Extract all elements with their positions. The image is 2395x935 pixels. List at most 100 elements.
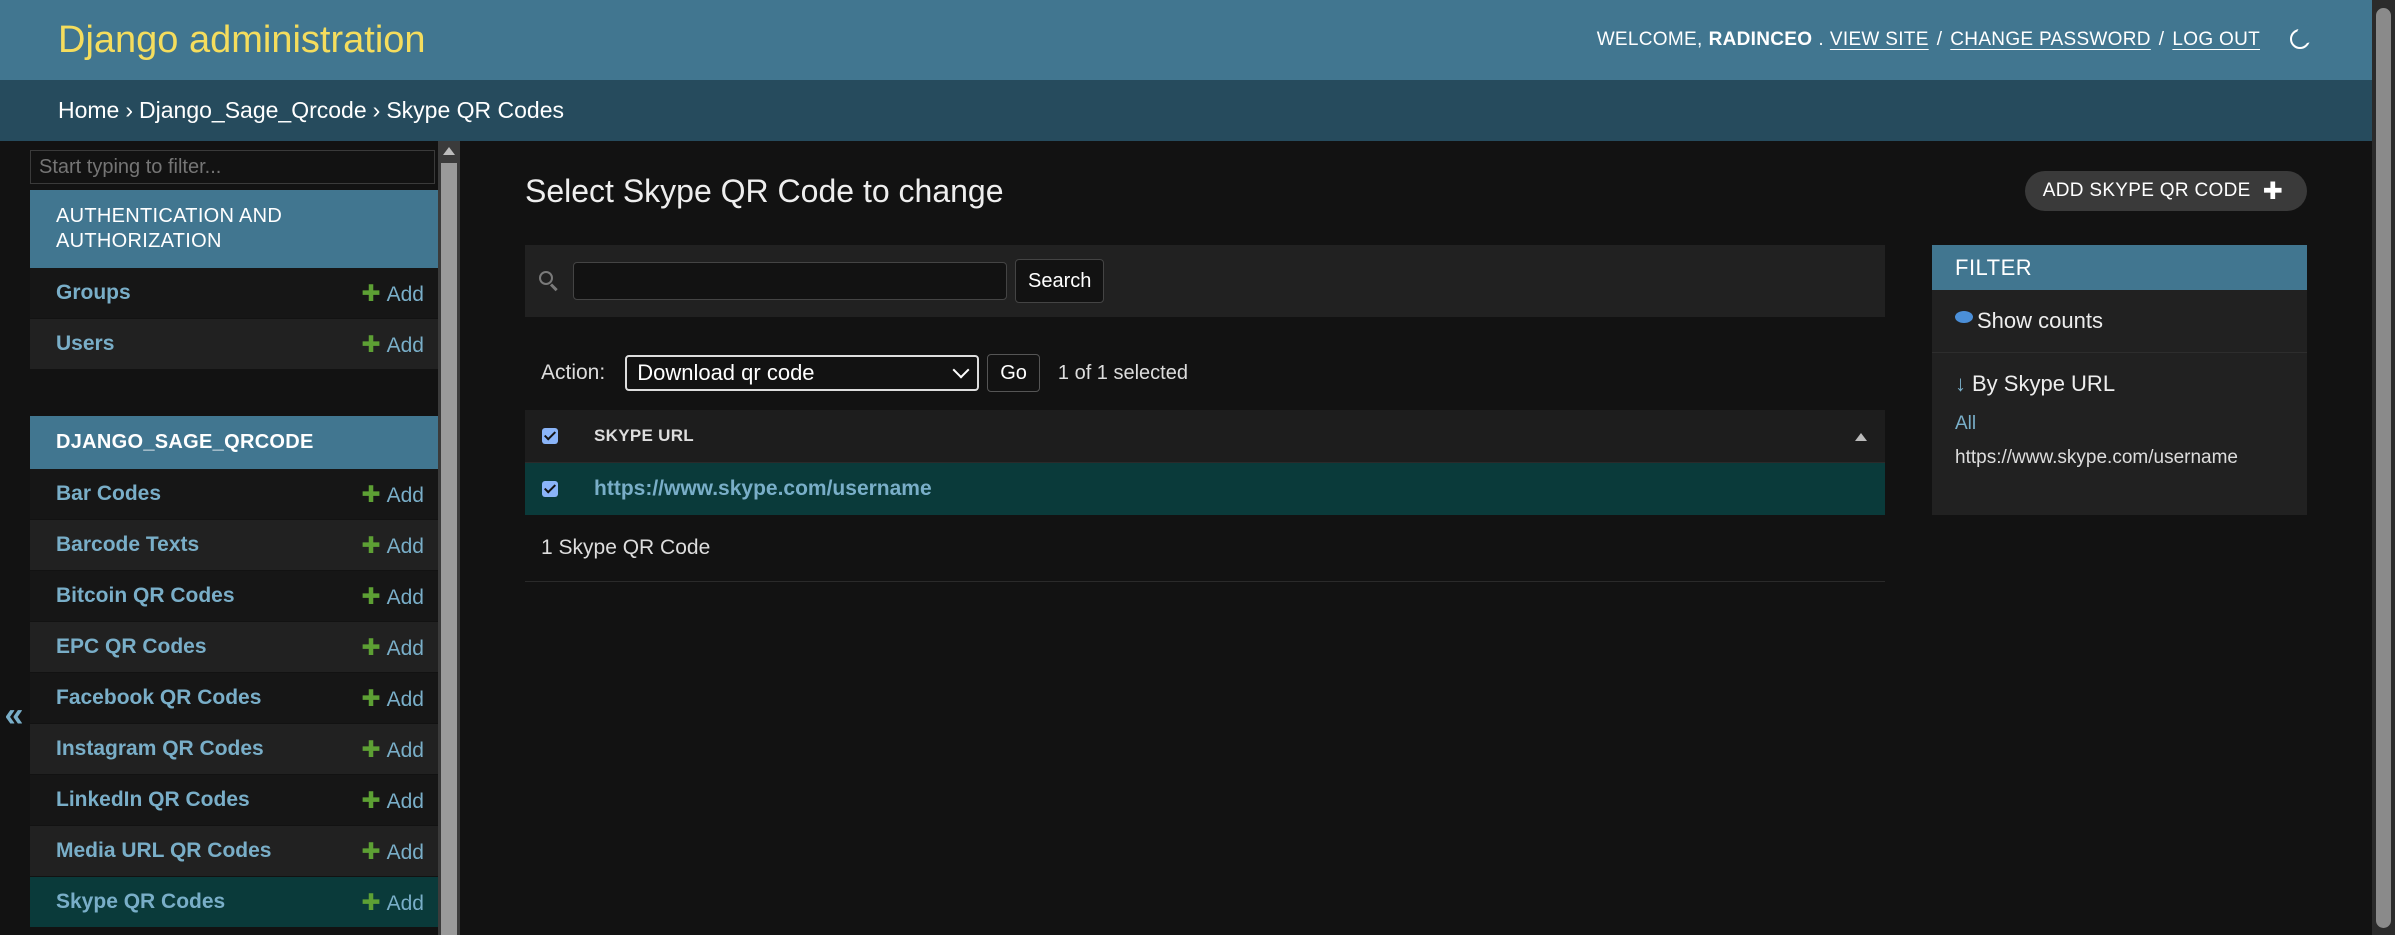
username: RADINCEO bbox=[1708, 29, 1813, 50]
row-skype-url-link[interactable]: https://www.skype.com/username bbox=[594, 477, 932, 501]
show-counts-link[interactable]: Show counts bbox=[1932, 290, 2307, 353]
table-row: https://www.skype.com/username bbox=[525, 463, 1885, 515]
sidebar-filter-input[interactable] bbox=[30, 150, 435, 184]
user-tools: WELCOME, RADINCEO. VIEW SITE / CHANGE PA… bbox=[1596, 25, 2315, 53]
separator: / bbox=[2158, 29, 2165, 50]
add-link[interactable]: ✚ Add bbox=[361, 685, 424, 712]
module-caption-auth[interactable]: AUTHENTICATION AND AUTHORIZATION bbox=[30, 190, 438, 268]
sidebar-item-label[interactable]: Media URL QR Codes bbox=[56, 839, 271, 863]
column-header-skype-url[interactable]: SKYPE URL bbox=[594, 426, 694, 446]
sidebar-item-users[interactable]: Users ✚ Add bbox=[30, 319, 438, 370]
select-all-checkbox[interactable] bbox=[542, 428, 558, 444]
separator: / bbox=[1936, 29, 1943, 50]
sort-ascending-icon[interactable] bbox=[1855, 433, 1867, 441]
search-button[interactable]: Search bbox=[1015, 259, 1105, 303]
action-label: Action: bbox=[541, 361, 606, 384]
arrow-down-icon: ↓ bbox=[1955, 371, 1966, 396]
add-skype-qr-code-button[interactable]: ADD SKYPE QR CODE ✚ bbox=[2024, 171, 2307, 211]
module-caption-qrcode[interactable]: DJANGO_SAGE_QRCODE bbox=[30, 416, 438, 469]
plus-icon: ✚ bbox=[361, 531, 381, 558]
sidebar-item-label[interactable]: Bar Codes bbox=[56, 482, 161, 506]
sidebar-item-label[interactable]: Bitcoin QR Codes bbox=[56, 584, 235, 608]
plus-icon: ✚ bbox=[361, 888, 381, 915]
table-header: SKYPE URL bbox=[525, 410, 1885, 463]
sidebar-scrollbar[interactable] bbox=[438, 141, 460, 935]
eye-icon bbox=[1955, 311, 1973, 323]
breadcrumb-app[interactable]: Django_Sage_Qrcode bbox=[139, 97, 367, 124]
site-header: Django administration WELCOME, RADINCEO.… bbox=[0, 0, 2372, 80]
view-site-link[interactable]: VIEW SITE bbox=[1830, 29, 1929, 51]
breadcrumb: Home › Django_Sage_Qrcode › Skype QR Cod… bbox=[0, 80, 2372, 141]
plus-icon: ✚ bbox=[361, 279, 381, 306]
search-input[interactable] bbox=[573, 262, 1007, 300]
paginator: 1 Skype QR Code bbox=[525, 515, 1885, 582]
add-link[interactable]: ✚ Add bbox=[361, 634, 424, 661]
filter-option-value[interactable]: https://www.skype.com/username bbox=[1932, 447, 2307, 469]
sidebar-item-label[interactable]: Skype QR Codes bbox=[56, 890, 225, 914]
moon-icon[interactable] bbox=[2288, 25, 2315, 53]
page-title: Select Skype QR Code to change bbox=[525, 173, 1004, 209]
show-counts-label[interactable]: Show counts bbox=[1977, 308, 2103, 334]
page-scrollbar[interactable] bbox=[2372, 0, 2395, 935]
plus-icon: ✚ bbox=[361, 480, 381, 507]
plus-icon: ✚ bbox=[361, 684, 381, 711]
add-link[interactable]: ✚ Add bbox=[361, 532, 424, 559]
change-password-link[interactable]: CHANGE PASSWORD bbox=[1950, 29, 2151, 51]
breadcrumb-separator: › bbox=[125, 97, 134, 123]
add-link[interactable]: ✚ Add bbox=[361, 736, 424, 763]
add-link[interactable]: ✚ Add bbox=[361, 583, 424, 610]
filter-by-skype-url[interactable]: ↓ By Skype URL bbox=[1932, 353, 2307, 397]
sidebar-item-label[interactable]: Barcode Texts bbox=[56, 533, 199, 557]
sidebar-item-barcode-texts[interactable]: Barcode Texts ✚ Add bbox=[30, 520, 438, 571]
changelist-filter: FILTER Show counts ↓ By Skype URL All htt… bbox=[1932, 245, 2307, 515]
add-link[interactable]: ✚ Add bbox=[361, 838, 424, 865]
actions-bar: Action: Download qr code Go 1 of 1 selec… bbox=[541, 354, 1188, 392]
sidebar-item-label[interactable]: Facebook QR Codes bbox=[56, 686, 261, 710]
sidebar-item-epc-qr-codes[interactable]: EPC QR Codes ✚ Add bbox=[30, 622, 438, 673]
plus-icon: ✚ bbox=[361, 735, 381, 762]
row-checkbox[interactable] bbox=[542, 481, 558, 497]
plus-icon: ✚ bbox=[361, 786, 381, 813]
welcome-text: WELCOME, bbox=[1596, 29, 1703, 50]
sidebar-item-skype-qr-codes[interactable]: Skype QR Codes ✚ Add bbox=[30, 877, 438, 928]
sidebar-item-label[interactable]: LinkedIn QR Codes bbox=[56, 788, 250, 812]
add-link[interactable]: ✚ Add bbox=[361, 787, 424, 814]
add-groups-link[interactable]: ✚ Add bbox=[361, 280, 424, 307]
sidebar-item-label[interactable]: Users bbox=[56, 332, 114, 356]
log-out-link[interactable]: LOG OUT bbox=[2172, 29, 2260, 51]
selected-count: 1 of 1 selected bbox=[1057, 361, 1188, 384]
result-list: SKYPE URL https://www.skype.com/username… bbox=[525, 410, 1885, 582]
sidebar-item-linkedin-qr-codes[interactable]: LinkedIn QR Codes ✚ Add bbox=[30, 775, 438, 826]
sidebar-item-facebook-qr-codes[interactable]: Facebook QR Codes ✚ Add bbox=[30, 673, 438, 724]
sidebar-item-bitcoin-qr-codes[interactable]: Bitcoin QR Codes ✚ Add bbox=[30, 571, 438, 622]
plus-icon: ✚ bbox=[361, 582, 381, 609]
go-button[interactable]: Go bbox=[987, 354, 1040, 392]
main-content: Select Skype QR Code to change ADD SKYPE… bbox=[525, 141, 2307, 935]
breadcrumb-separator: › bbox=[372, 97, 381, 123]
sidebar-item-label[interactable]: Instagram QR Codes bbox=[56, 737, 264, 761]
filter-title: FILTER bbox=[1932, 245, 2307, 290]
scroll-up-icon[interactable] bbox=[443, 147, 455, 155]
sidebar-item-bar-codes[interactable]: Bar Codes ✚ Add bbox=[30, 469, 438, 520]
sidebar-item-media-url-qr-codes[interactable]: Media URL QR Codes ✚ Add bbox=[30, 826, 438, 877]
page-scroll-thumb[interactable] bbox=[2376, 8, 2391, 928]
collapse-sidebar-icon[interactable]: « bbox=[0, 696, 28, 734]
add-link[interactable]: ✚ Add bbox=[361, 481, 424, 508]
sidebar-scroll-thumb[interactable] bbox=[441, 163, 457, 935]
filter-option-all[interactable]: All bbox=[1932, 413, 2307, 435]
sidebar-item-label[interactable]: Groups bbox=[56, 281, 131, 305]
search-toolbar: Search bbox=[525, 245, 1885, 317]
sidebar-item-groups[interactable]: Groups ✚ Add bbox=[30, 268, 438, 319]
action-select[interactable]: Download qr code bbox=[625, 355, 980, 391]
site-brand[interactable]: Django administration bbox=[58, 19, 426, 62]
action-selected-value: Download qr code bbox=[637, 360, 815, 385]
breadcrumb-current: Skype QR Codes bbox=[386, 97, 565, 123]
plus-icon: ✚ bbox=[361, 633, 381, 660]
sidebar-item-instagram-qr-codes[interactable]: Instagram QR Codes ✚ Add bbox=[30, 724, 438, 775]
add-users-link[interactable]: ✚ Add bbox=[361, 331, 424, 358]
sidebar-item-label[interactable]: EPC QR Codes bbox=[56, 635, 207, 659]
chevron-down-icon bbox=[952, 361, 970, 379]
add-link[interactable]: ✚ Add bbox=[361, 889, 424, 916]
add-button-label: ADD SKYPE QR CODE bbox=[2042, 180, 2251, 201]
breadcrumb-home[interactable]: Home bbox=[58, 97, 119, 124]
